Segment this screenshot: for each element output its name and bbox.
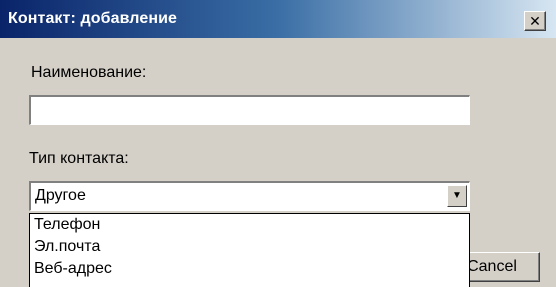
contact-type-label: Тип контакта: [29,150,129,167]
contact-type-dropdown-list: Телефон Эл.почта Веб-адрес [29,213,470,287]
dropdown-option-phone[interactable]: Телефон [30,214,469,236]
dropdown-option-email[interactable]: Эл.почта [30,236,469,258]
contact-type-select[interactable]: Другое ▼ [29,181,470,211]
contact-add-dialog: Контакт: добавление ✕ Наименование: Тип … [0,0,556,287]
close-button[interactable]: ✕ [524,11,546,31]
chevron-down-icon: ▼ [452,190,462,201]
dropdown-arrow-button[interactable]: ▼ [447,185,467,207]
contact-type-selected: Другое [35,187,86,204]
window-title: Контакт: добавление [8,10,178,27]
close-icon: ✕ [529,13,541,29]
title-bar[interactable]: Контакт: добавление ✕ [0,0,556,38]
name-input[interactable] [29,95,470,125]
name-label: Наименование: [31,64,147,81]
dropdown-option-web[interactable]: Веб-адрес [30,258,469,280]
